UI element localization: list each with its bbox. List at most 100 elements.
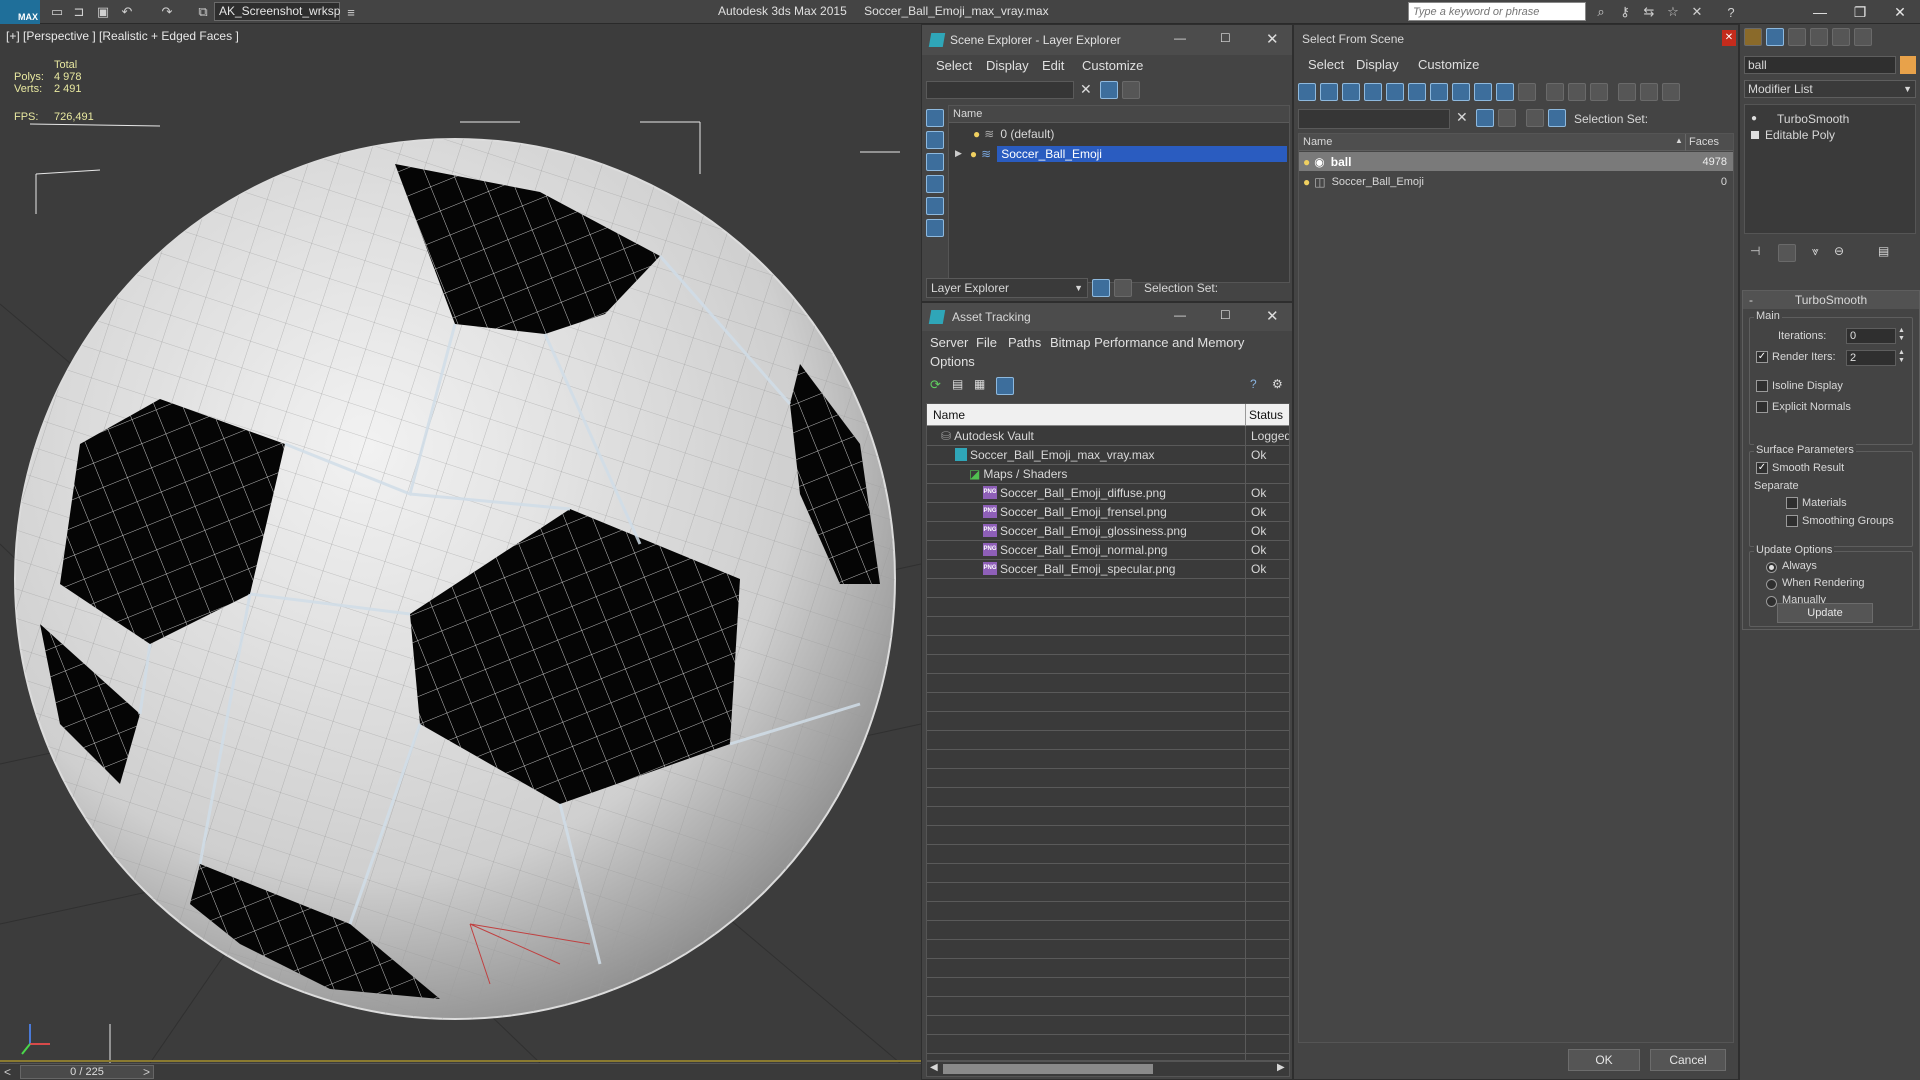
hierarchy-mode-icon[interactable] [1548, 109, 1566, 127]
timeline-next-button[interactable]: > [143, 1065, 150, 1079]
light-bulb-icon[interactable]: ● [973, 127, 980, 141]
explicit-normals-checkbox[interactable] [1756, 401, 1768, 413]
pin-stack-icon[interactable]: ⊣ [1750, 244, 1760, 258]
workspace-dropdown[interactable]: AK_Screenshot_wrksp [214, 2, 340, 21]
table-row[interactable]: PNG Soccer_Ball_Emoji_normal.png Ok [927, 540, 1289, 559]
filter-containers-icon[interactable] [1496, 83, 1514, 101]
col-divider[interactable] [1245, 404, 1246, 426]
select-from-scene-titlebar[interactable]: Select From Scene ✕ [1294, 25, 1738, 53]
timeline-bar[interactable]: < 0 / 225 > [0, 1063, 921, 1080]
new-file-icon[interactable]: ▭ [48, 3, 66, 21]
key-icon[interactable]: ⚷ [1616, 3, 1634, 21]
asset-tracking-titlebar[interactable]: Asset Tracking — ☐ ✕ [922, 303, 1292, 331]
object-col-name[interactable]: Name [1303, 136, 1332, 148]
workspace-menu-icon[interactable]: ≡ [342, 3, 360, 21]
scene-explorer-titlebar[interactable]: Scene Explorer - Layer Explorer — ☐ ✕ [922, 25, 1292, 55]
menu-server[interactable]: Server [930, 335, 968, 350]
select-none-icon[interactable] [1568, 83, 1586, 101]
menu-edit[interactable]: Edit [1042, 58, 1064, 73]
menu-select[interactable]: Select [1308, 57, 1344, 72]
project-folder-icon[interactable]: ⧉ [194, 3, 212, 21]
layer-row-default[interactable]: ● ≋ 0 (default) [949, 124, 1289, 143]
app-logo[interactable]: MAX [0, 0, 40, 24]
light-bulb-icon[interactable]: ● [970, 147, 977, 161]
modifier-list-dropdown[interactable]: Modifier List ▼ [1744, 80, 1916, 98]
object-col-faces[interactable]: Faces [1689, 136, 1719, 148]
filter-spacewarps-icon[interactable] [1408, 83, 1426, 101]
expand-arrow-icon[interactable]: ▶ [955, 148, 962, 159]
always-radio[interactable] [1766, 562, 1777, 573]
scroll-left-icon[interactable]: ◀ [930, 1062, 938, 1073]
menu-select[interactable]: Select [936, 58, 972, 73]
settings-icon[interactable]: ⚙ [1272, 377, 1283, 391]
display-geometry-icon[interactable] [926, 175, 944, 193]
menu-paths[interactable]: Paths [1008, 335, 1041, 350]
options-icon[interactable] [1122, 81, 1140, 99]
object-row-ball[interactable]: ● ◉ ball 4978 [1299, 152, 1733, 171]
minimize-icon[interactable]: — [1174, 308, 1186, 322]
columns-icon[interactable] [1662, 83, 1680, 101]
options-icon[interactable] [1498, 109, 1516, 127]
isoline-display-checkbox[interactable] [1756, 380, 1768, 392]
motion-tab-icon[interactable] [1810, 28, 1828, 46]
display-all-icon[interactable] [926, 131, 944, 149]
thumbnail-view-icon[interactable]: ▦ [974, 377, 985, 391]
save-file-icon[interactable]: ▣ [94, 3, 112, 21]
layer-tree-header[interactable]: Name [949, 106, 1289, 123]
menu-display[interactable]: Display [1356, 57, 1399, 72]
explorer-type-dropdown[interactable]: Layer Explorer ▼ [926, 278, 1088, 298]
select-search-field[interactable] [1298, 109, 1450, 129]
time-slider[interactable]: 0 / 225 [20, 1065, 154, 1079]
smooth-result-checkbox[interactable]: ✓ [1756, 462, 1768, 474]
rollout-header[interactable]: - TurboSmooth [1743, 291, 1919, 309]
manually-radio[interactable] [1766, 596, 1777, 607]
asset-col-name[interactable]: Name [933, 408, 965, 422]
list-view-icon[interactable]: ▤ [952, 377, 963, 391]
object-color-swatch[interactable] [1900, 56, 1916, 74]
binoculars-icon[interactable]: ⌕ [1592, 3, 1610, 21]
menu-display[interactable]: Display [986, 58, 1029, 73]
minimize-icon[interactable]: — [1174, 31, 1186, 45]
minimize-window-icon[interactable]: — [1800, 0, 1840, 24]
exchange-icon[interactable]: ⇆ [1640, 3, 1658, 21]
layer-explorer-toggle-icon[interactable] [1092, 279, 1110, 297]
filter-lights-icon[interactable] [1342, 83, 1360, 101]
configure-sets-icon[interactable]: ▤ [1878, 244, 1889, 258]
light-bulb-icon[interactable]: ● [1303, 155, 1310, 169]
close-icon[interactable]: ✕ [1266, 30, 1279, 48]
spinner-arrows-icon[interactable]: ▲ ▼ [1898, 327, 1905, 343]
menu-file[interactable]: File [976, 335, 997, 350]
hierarchy-icon[interactable] [1640, 83, 1658, 101]
undo-icon[interactable]: ↶ [118, 3, 136, 21]
help-icon[interactable]: ? [1722, 3, 1740, 21]
hierarchy-icon[interactable] [1114, 279, 1132, 297]
iterations-spinner[interactable]: 0 [1846, 328, 1896, 344]
funnel-icon[interactable] [1618, 83, 1636, 101]
update-button[interactable]: Update [1777, 603, 1873, 623]
light-bulb-icon[interactable]: ● [1751, 113, 1757, 124]
timeline-prev-button[interactable]: < [4, 1065, 11, 1079]
stack-item-editable-poly[interactable]: Editable Poly [1745, 125, 1915, 144]
scroll-right-icon[interactable]: ▶ [1277, 1062, 1285, 1073]
table-row[interactable]: ⛁ Autodesk Vault Logged [927, 426, 1289, 445]
restore-window-icon[interactable]: ❐ [1840, 0, 1880, 24]
close-window-icon[interactable]: ✕ [1880, 0, 1920, 24]
filter-icon[interactable] [1476, 109, 1494, 127]
filter-groups-icon[interactable] [1430, 83, 1448, 101]
table-row[interactable]: Soccer_Ball_Emoji_max_vray.max Ok [927, 445, 1289, 464]
help-icon[interactable]: ? [1250, 377, 1257, 391]
render-iters-checkbox[interactable]: ✓ [1756, 351, 1768, 363]
scroll-thumb[interactable] [943, 1064, 1153, 1074]
asset-col-status[interactable]: Status [1249, 408, 1283, 422]
utilities-tab-icon[interactable] [1854, 28, 1872, 46]
maximize-icon[interactable]: ☐ [1220, 31, 1231, 45]
star-icon[interactable]: ☆ [1664, 3, 1682, 21]
display-none-icon[interactable] [926, 109, 944, 127]
clear-search-icon[interactable]: ✕ [1456, 109, 1468, 126]
search-input[interactable] [1409, 3, 1585, 20]
make-unique-icon[interactable]: ⩔ [1812, 244, 1819, 259]
search-box[interactable] [1408, 2, 1586, 21]
table-row[interactable]: PNG Soccer_Ball_Emoji_glossiness.png Ok [927, 521, 1289, 540]
layer-row-soccer-ball[interactable]: ▶ ● ≋ Soccer_Ball_Emoji [949, 144, 1289, 163]
close-icon[interactable]: ✕ [1266, 307, 1279, 325]
